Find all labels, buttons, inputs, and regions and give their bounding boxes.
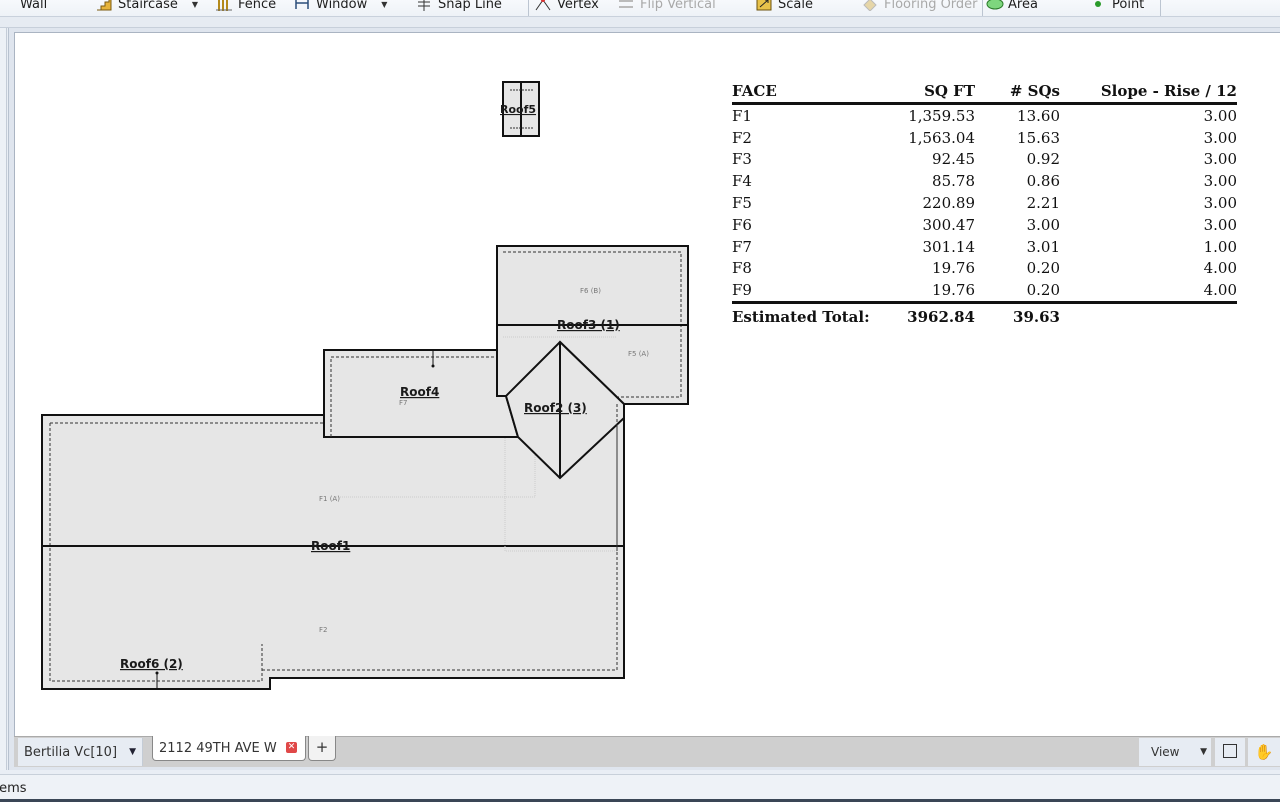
squares-cell: 0.20 xyxy=(1026,259,1060,278)
roof6-label[interactable]: Roof6 (2) xyxy=(120,657,183,671)
sqft-cell: 19.76 xyxy=(882,279,975,305)
face-label-f6: F6 (B) xyxy=(580,287,601,295)
chevron-down-icon[interactable]: ▼ xyxy=(129,747,136,757)
face-cell: F1 xyxy=(732,106,752,125)
table-row: F4 85.78 0.86 3.00 xyxy=(732,170,1237,192)
squares-cell: 0.92 xyxy=(1026,150,1060,169)
table-row: F3 92.45 0.92 3.00 xyxy=(732,149,1237,171)
status-text: tems xyxy=(0,781,27,796)
squares-cell: 0.86 xyxy=(1026,172,1060,191)
square-icon xyxy=(1223,744,1237,758)
sqft-cell: 220.89 xyxy=(922,194,976,213)
squares-cell: 13.60 xyxy=(1017,106,1060,125)
sqft-cell: 1,563.04 xyxy=(908,128,975,147)
face-label-f7: F7 xyxy=(399,399,407,407)
slope-cell: 4.00 xyxy=(1060,279,1237,305)
total-label: Estimated Total: xyxy=(732,308,870,327)
roof1-label[interactable]: Roof1 xyxy=(311,539,350,553)
face-label-f2: F2 xyxy=(319,626,327,634)
total-squares: 39.63 xyxy=(1013,308,1060,327)
slope-cell: 3.00 xyxy=(1203,106,1237,125)
face-cell: F9 xyxy=(732,279,882,305)
sqft-cell: 19.76 xyxy=(932,259,975,278)
view-dropdown[interactable]: View ▼ xyxy=(1139,738,1211,766)
table-row: F7 301.14 3.01 1.00 xyxy=(732,236,1237,258)
face-cell: F6 xyxy=(732,215,752,234)
total-slope-empty xyxy=(1060,303,1237,331)
squares-cell: 0.20 xyxy=(975,279,1060,305)
sqft-cell: 85.78 xyxy=(932,172,975,191)
slope-cell: 4.00 xyxy=(1203,259,1237,278)
roof2-label[interactable]: Roof2 (3) xyxy=(524,401,587,415)
hand-icon: ✋ xyxy=(1254,743,1274,761)
total-sqft: 3962.84 xyxy=(907,308,975,327)
face-label-f1: F1 (A) xyxy=(319,495,340,503)
squares-cell: 3.01 xyxy=(1026,237,1060,256)
squares-cell: 3.00 xyxy=(1026,215,1060,234)
roof4-label[interactable]: Roof4 xyxy=(400,385,439,399)
face-cell: F7 xyxy=(732,237,752,256)
face-cell: F8 xyxy=(732,259,752,278)
layer-select-value: Bertilia Vc[10] xyxy=(24,744,118,760)
face-label-f5: F5 (A) xyxy=(628,350,649,358)
table-row: F5 220.89 2.21 3.00 xyxy=(732,192,1237,214)
face-cell: F2 xyxy=(732,128,752,147)
squares-cell: 15.63 xyxy=(1017,128,1060,147)
header-face: FACE xyxy=(732,80,882,105)
roof3-label[interactable]: Roof3 (1) xyxy=(557,318,620,332)
area-summary-table: FACE SQ FT # SQs Slope - Rise / 12 F1 1,3… xyxy=(732,80,1237,330)
document-tab-bar: Bertilia Vc[10] ▼ 2112 49TH AVE W ✕ + Vi… xyxy=(14,736,1280,767)
header-squares: # SQs xyxy=(975,80,1060,105)
slope-cell: 3.00 xyxy=(1203,128,1237,147)
table-row: F9 19.76 0.20 4.00 xyxy=(732,279,1237,305)
slope-cell: 3.00 xyxy=(1203,150,1237,169)
squares-cell: 2.21 xyxy=(1026,194,1060,213)
slope-cell: 3.00 xyxy=(1203,215,1237,234)
header-slope: Slope - Rise / 12 xyxy=(1060,80,1237,105)
document-tab-label: 2112 49TH AVE W xyxy=(159,740,277,756)
total-row: Estimated Total: 3962.84 39.63 xyxy=(732,303,1237,331)
document-tab[interactable]: 2112 49TH AVE W ✕ xyxy=(152,736,306,761)
select-mode-button[interactable] xyxy=(1215,738,1245,766)
sqft-cell: 300.47 xyxy=(922,215,976,234)
sqft-cell: 1,359.53 xyxy=(908,106,975,125)
table-header-row: FACE SQ FT # SQs Slope - Rise / 12 xyxy=(732,80,1237,105)
face-cell: F3 xyxy=(732,150,752,169)
roof5-label[interactable]: Roof5 xyxy=(500,103,536,116)
sqft-cell: 301.14 xyxy=(922,237,976,256)
roof6-arrow-head xyxy=(155,671,159,675)
close-icon[interactable]: ✕ xyxy=(286,742,297,753)
slope-cell: 1.00 xyxy=(1203,237,1237,256)
slope-cell: 3.00 xyxy=(1203,172,1237,191)
layer-select[interactable]: Bertilia Vc[10] ▼ xyxy=(18,738,143,766)
face-cell: F4 xyxy=(732,172,752,191)
table-row: F6 300.47 3.00 3.00 xyxy=(732,214,1237,236)
header-sqft: SQ FT xyxy=(882,80,975,105)
pan-button[interactable]: ✋ xyxy=(1248,738,1280,766)
view-dropdown-label: View xyxy=(1151,745,1180,759)
status-bar: tems xyxy=(0,774,1280,802)
table-row: F8 19.76 0.20 4.00 xyxy=(732,258,1237,280)
slope-cell: 3.00 xyxy=(1203,194,1237,213)
face-cell: F5 xyxy=(732,194,752,213)
table-row: F2 1,563.04 15.63 3.00 xyxy=(732,127,1237,149)
add-tab-button[interactable]: + xyxy=(308,736,336,761)
roof4-arrow-head xyxy=(431,364,435,368)
sqft-cell: 92.45 xyxy=(932,150,975,169)
table-row: F1 1,359.53 13.60 3.00 xyxy=(732,104,1237,127)
chevron-down-icon[interactable]: ▼ xyxy=(1200,747,1207,757)
